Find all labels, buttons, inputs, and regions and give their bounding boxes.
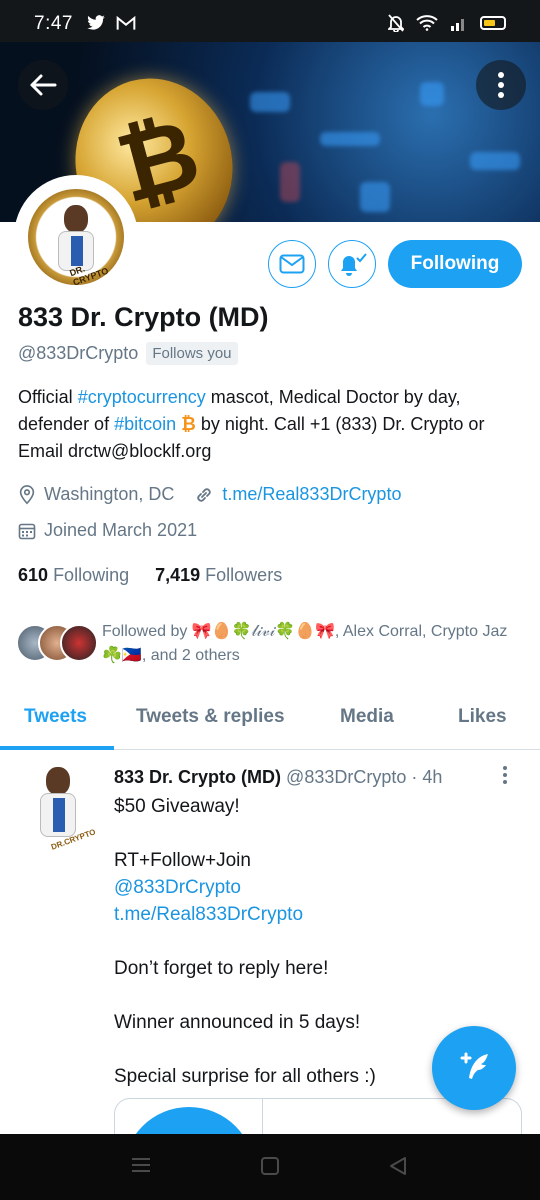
tweet-author-name[interactable]: 833 Dr. Crypto (MD)	[114, 767, 281, 787]
tweet-mention-link[interactable]: @833DrCrypto	[114, 874, 514, 901]
joined-row: Joined March 2021	[18, 520, 197, 541]
following-button[interactable]: Following	[388, 240, 522, 288]
profile-tabs: Tweets Tweets & replies Media Likes	[0, 690, 540, 750]
message-button[interactable]	[268, 240, 316, 288]
mute-icon	[388, 14, 404, 32]
location-pin-icon	[19, 484, 35, 504]
profile-avatar[interactable]: DR. CRYPTO	[14, 175, 138, 299]
mail-icon	[279, 254, 305, 274]
tweet-line	[114, 820, 514, 847]
profile-handle: @833DrCrypto	[18, 343, 139, 363]
battery-icon	[480, 16, 506, 30]
tab-tweets[interactable]: Tweets	[24, 706, 87, 728]
profile-joined-date: Joined March 2021	[44, 520, 198, 540]
following-count-link[interactable]: 610 Following	[18, 565, 129, 586]
followers-count: 7,419	[155, 565, 201, 585]
tweet-line: Don’t forget to reply here!	[114, 958, 329, 979]
notification-icons	[86, 14, 136, 32]
compose-tweet-button[interactable]	[432, 1026, 516, 1110]
followed-by-text: Followed by 🎀🥚🍀𝓁𝒾𝓋𝒾🍀🥚🎀, Alex Corral, Cry…	[102, 623, 508, 664]
arrow-left-icon	[30, 74, 57, 96]
back-button[interactable]	[18, 60, 68, 110]
hashtag-bitcoin-link[interactable]: #bitcoin	[114, 414, 176, 434]
followed-by-row[interactable]: Followed by 🎀🥚🍀𝓁𝒾𝓋𝒾🍀🥚🎀, Alex Corral, Cry…	[16, 620, 526, 670]
bio-text: Official	[18, 387, 78, 407]
more-vertical-icon	[498, 72, 504, 98]
followers-label: Followers	[205, 565, 283, 585]
system-navigation-bar	[0, 1134, 540, 1200]
follow-counts: 610 Following 7,419 Followers	[18, 565, 282, 586]
following-label: Following	[53, 565, 130, 585]
system-icons	[388, 14, 506, 32]
signal-icon	[451, 19, 464, 31]
back-nav-icon	[390, 1157, 406, 1175]
active-tab-indicator	[0, 746, 114, 750]
avatar-image: DR. CRYPTO	[28, 189, 124, 288]
tweet-line: RT+Follow+Join	[114, 850, 251, 871]
twitter-icon	[87, 14, 105, 30]
status-bar: 7:47	[0, 0, 540, 42]
tweet-avatar[interactable]: DR.CRYPTO	[24, 767, 97, 852]
home-icon	[261, 1157, 279, 1175]
tweet-more-button[interactable]	[502, 765, 508, 785]
tab-likes[interactable]: Likes	[458, 706, 507, 728]
wifi-icon	[416, 15, 438, 31]
status-time: 7:47	[34, 13, 73, 34]
compose-feather-icon	[460, 1052, 488, 1079]
tab-tweets-replies[interactable]: Tweets & replies	[136, 706, 285, 728]
follows-you-badge: Follows you	[146, 342, 238, 365]
hashtag-cryptocurrency-link[interactable]: #cryptocurrency	[78, 387, 206, 407]
notifications-button[interactable]	[328, 240, 376, 288]
tweet-header: 833 Dr. Crypto (MD) @833DrCrypto · 4h	[114, 767, 442, 788]
bitcoin-emoji: ₿	[181, 414, 196, 434]
tweet-line	[114, 928, 514, 955]
mutual-followers-avatars	[16, 624, 102, 664]
tweet-handle-time: @833DrCrypto · 4h	[286, 767, 443, 787]
tweet-url-link[interactable]: t.me/Real833DrCrypto	[114, 901, 514, 928]
tweet-line	[114, 982, 514, 1009]
tweet-line: $50 Giveaway!	[114, 796, 240, 817]
more-vertical-icon	[503, 766, 507, 784]
bell-check-icon	[341, 253, 367, 276]
followers-count-link[interactable]: 7,419 Followers	[155, 565, 282, 586]
location-website-row: Washington, DC t.me/Real833DrCrypto	[18, 484, 401, 505]
tab-media[interactable]: Media	[340, 706, 394, 728]
profile-bio: Official #cryptocurrency mascot, Medical…	[18, 384, 518, 465]
profile-website-link[interactable]: t.me/Real833DrCrypto	[222, 484, 401, 505]
more-options-button[interactable]	[476, 60, 526, 110]
following-count: 610	[18, 565, 49, 585]
handle-row: @833DrCrypto Follows you	[18, 342, 238, 365]
recent-apps-icon	[132, 1158, 150, 1172]
profile-location: Washington, DC	[44, 484, 175, 504]
profile-display-name: 833 Dr. Crypto (MD)	[18, 302, 269, 332]
link-icon	[197, 487, 212, 502]
calendar-icon	[18, 523, 36, 539]
avatar	[60, 624, 98, 662]
gmail-icon	[117, 15, 136, 30]
